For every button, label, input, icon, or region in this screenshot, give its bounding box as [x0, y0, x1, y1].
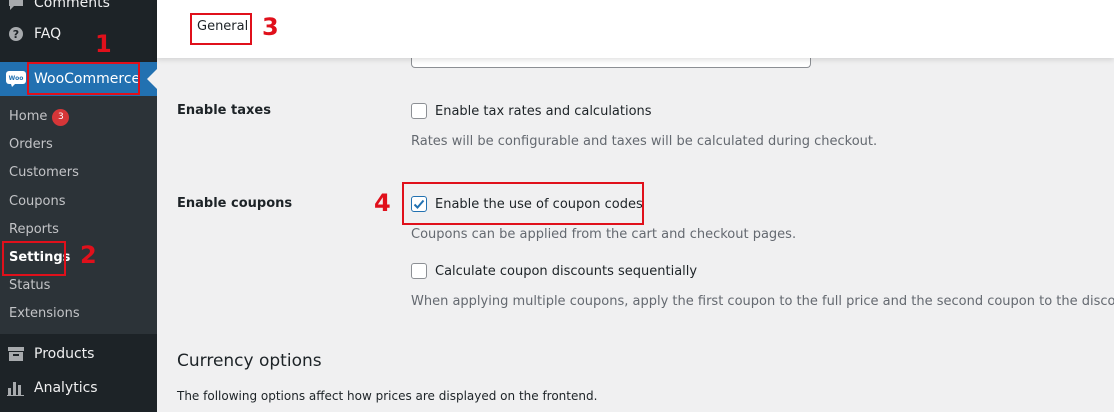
sidebar-item-faq[interactable]: ? FAQ — [0, 17, 157, 51]
enable-taxes-label: Enable taxes — [177, 103, 271, 118]
submenu-item-status[interactable]: Status — [9, 276, 50, 296]
submenu-item-label: Coupons — [9, 194, 66, 209]
enable-taxes-description: Rates will be configurable and taxes wil… — [411, 134, 878, 149]
sidebar-item-label: Products — [34, 346, 95, 362]
submenu-item-home[interactable]: Home 3 — [9, 107, 70, 127]
annotation-number-4: 4 — [374, 189, 391, 217]
woocommerce-icon: Woo — [6, 69, 26, 89]
submenu-item-extensions[interactable]: Extensions — [9, 304, 80, 324]
annotation-box-coupon-checkbox — [402, 182, 644, 225]
submenu-item-customers[interactable]: Customers — [9, 163, 79, 183]
enable-coupons-label: Enable coupons — [177, 196, 293, 211]
annotation-box-settings — [2, 241, 66, 276]
submenu-item-reports[interactable]: Reports — [9, 220, 59, 240]
notification-badge: 3 — [52, 108, 70, 126]
submenu-item-label: Orders — [9, 137, 53, 152]
sequential-coupons-description: When applying multiple coupons, apply th… — [411, 294, 1114, 309]
submenu-item-orders[interactable]: Orders — [9, 135, 53, 155]
submenu-item-label: Home — [9, 109, 48, 124]
enable-coupons-description: Coupons can be applied from the cart and… — [411, 227, 797, 242]
question-circle-icon: ? — [6, 24, 26, 44]
annotation-number-3: 3 — [262, 13, 279, 41]
enable-taxes-checkbox[interactable] — [411, 103, 427, 119]
currency-options-description: The following options affect how prices … — [177, 389, 598, 403]
submenu-item-coupons[interactable]: Coupons — [9, 192, 66, 212]
bar-chart-icon — [6, 378, 26, 398]
sidebar-item-label: FAQ — [34, 26, 62, 42]
annotation-number-2: 2 — [80, 241, 97, 269]
sidebar-item-products[interactable]: Products — [0, 337, 157, 371]
settings-main: Enable taxes Enable tax rates and calcul… — [157, 52, 1114, 412]
archive-box-icon — [6, 344, 26, 364]
sidebar-item-analytics[interactable]: Analytics — [0, 371, 157, 405]
settings-header: General — [157, 0, 1114, 58]
current-menu-arrow — [147, 69, 157, 89]
annotation-number-1: 1 — [95, 30, 112, 58]
sequential-coupons-checkbox[interactable] — [411, 263, 427, 279]
annotation-box-woocommerce — [27, 62, 140, 95]
currency-options-heading: Currency options — [177, 351, 322, 371]
sidebar-item-label: Comments — [34, 0, 110, 11]
svg-text:?: ? — [13, 28, 19, 41]
sequential-coupons-checkbox-label[interactable]: Calculate coupon discounts sequentially — [435, 264, 697, 279]
sidebar-item-label: Analytics — [34, 380, 98, 396]
submenu-item-label: Customers — [9, 165, 79, 180]
submenu-item-label: Status — [9, 278, 51, 293]
annotation-box-general-tab — [190, 13, 252, 45]
woocommerce-submenu: Home 3 Orders Customers Coupons Reports … — [0, 96, 157, 334]
comments-icon — [6, 0, 26, 13]
enable-taxes-checkbox-label[interactable]: Enable tax rates and calculations — [435, 104, 652, 119]
submenu-item-label: Extensions — [9, 306, 80, 321]
svg-text:Woo: Woo — [9, 75, 24, 82]
submenu-item-label: Reports — [9, 222, 59, 237]
